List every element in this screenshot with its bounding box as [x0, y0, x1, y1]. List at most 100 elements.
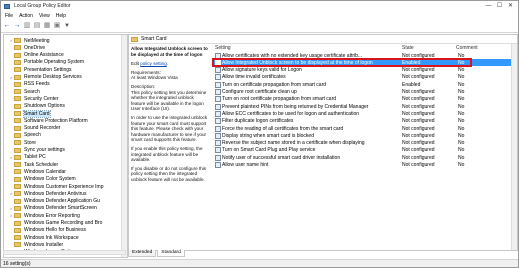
tree-item[interactable]: Windows Color System — [4, 176, 127, 183]
policy-tree[interactable]: > NetMeeting OneDrive Online Assistance Port… — [3, 34, 128, 258]
tree-item[interactable]: OneDrive — [4, 44, 127, 51]
policy-row-comment: No — [458, 96, 465, 103]
tree-item[interactable]: > Remote Desktop Services — [4, 74, 127, 81]
policy-setting-icon — [215, 89, 221, 95]
policy-row[interactable]: Turn on root certificate propagation fro… — [213, 96, 517, 103]
policy-row[interactable]: Force the reading of all certificates fr… — [213, 125, 517, 132]
tree-item[interactable]: Online Assistance — [4, 52, 127, 59]
back-button[interactable]: ← — [3, 22, 11, 30]
tree-item[interactable]: > Windows Error Reporting — [4, 212, 127, 219]
tree-item-label: Windows Error Reporting — [24, 212, 80, 219]
edit-policy-link[interactable]: policy setting — [140, 61, 167, 66]
folder-icon — [14, 96, 21, 102]
tree-item[interactable]: Windows Installer — [4, 241, 127, 248]
policy-row[interactable]: Turn on certificate propagation from sma… — [213, 81, 517, 88]
help-button[interactable]: ▣ — [53, 22, 61, 30]
view-tabs: Extended Standard — [128, 250, 186, 257]
policy-setting-icon — [215, 140, 221, 147]
policy-setting-icon — [215, 132, 221, 139]
tree-item[interactable]: > Windows Defender SmartScreen — [4, 205, 127, 212]
tree-item[interactable]: Security Center — [4, 95, 127, 102]
tree-item[interactable]: > NetMeeting — [4, 37, 127, 44]
export-icon: ▦ — [43, 22, 51, 29]
policy-row[interactable]: Notify user of successful smart card dri… — [213, 154, 517, 161]
forward-button[interactable]: → — [13, 22, 21, 30]
tab-extended[interactable]: Extended — [128, 250, 157, 257]
policy-row[interactable]: Allow time invalid certificates Not confi… — [213, 74, 517, 81]
tree-item[interactable]: Presentation Settings — [4, 66, 127, 73]
folder-icon — [14, 125, 21, 131]
policy-row-state: Not configured — [402, 154, 435, 161]
tree-item[interactable]: Sound Recorder — [4, 125, 127, 132]
policy-row[interactable]: Allow certificates with no extended key … — [213, 52, 517, 59]
filter-button[interactable]: ▼ — [63, 22, 71, 30]
column-state[interactable]: State — [402, 45, 414, 51]
tree-item[interactable]: Windows Defender Application Gu — [4, 198, 127, 205]
tree-item[interactable]: Task Scheduler — [4, 161, 127, 168]
menu-view[interactable]: View — [39, 13, 50, 19]
policy-row-comment: No — [458, 154, 465, 161]
show-hide-tree-button[interactable]: ▤ — [33, 22, 41, 30]
tree-item-label: Store — [24, 139, 36, 146]
policy-row-name: Turn on root certificate propagation fro… — [222, 96, 337, 103]
policy-row[interactable]: Prevent plaintext PINs from being return… — [213, 103, 517, 110]
tree-item-label: Sound Recorder — [24, 125, 61, 132]
policy-row[interactable]: Allow user name hint Not configured No — [213, 162, 517, 169]
tree-item[interactable]: > Tablet PC — [4, 154, 127, 161]
tree-item[interactable]: RSS Feeds — [4, 81, 127, 88]
tab-standard[interactable]: Standard — [157, 250, 185, 257]
list-vertical-scrollbar[interactable] — [511, 44, 517, 250]
policy-row[interactable]: Allow signature keys valid for Logon Not … — [213, 67, 517, 74]
tree-item[interactable]: Portable Operating System — [4, 59, 127, 66]
tree-item-label: Remote Desktop Services — [24, 74, 82, 80]
policy-setting-icon — [215, 52, 221, 59]
tree-item-label: Windows Color System — [24, 176, 76, 183]
tree-item[interactable]: Speech — [4, 132, 127, 139]
minimize-button[interactable]: — — [483, 2, 494, 10]
details-pane: Smart Card Allow Integrated Unblock scre… — [128, 34, 518, 251]
requirements: Requirements: At least Windows Vista — [131, 70, 209, 81]
tree-item[interactable]: Windows Game Recording and Bro — [4, 220, 127, 227]
tree-item[interactable]: Windows Calendar — [4, 168, 127, 175]
policy-row[interactable]: Display string when smart card is blocke… — [213, 132, 517, 139]
app-window: Local Group Policy Editor — ☐ ✕ File Act… — [0, 0, 519, 268]
policy-row[interactable]: Configure root certificate clean up Not c… — [213, 89, 517, 96]
policy-row-state: Not configured — [402, 110, 435, 117]
policy-row[interactable]: Filter duplicate logon certificates Not c… — [213, 118, 517, 125]
tree-item[interactable]: > Windows Defender Antivirus — [4, 190, 127, 197]
tree-item[interactable]: Smart Card — [4, 109, 127, 118]
tree-item-label: Windows Installer — [24, 241, 64, 248]
column-comment[interactable]: Comment — [456, 45, 478, 51]
tree-item[interactable]: Windows Hello for Business — [4, 227, 127, 234]
column-setting[interactable]: Setting — [215, 45, 231, 51]
policy-row-name: Allow signature keys valid for Logon — [222, 67, 302, 74]
up-one-level-button[interactable]: ▥ — [23, 22, 31, 30]
tree-item[interactable]: Shutdown Options — [4, 103, 127, 110]
policy-row[interactable]: Reverse the subject name stored in a cer… — [213, 140, 517, 147]
policy-row-name: Turn on certificate propagation from sma… — [222, 81, 327, 88]
policy-row[interactable]: Allow ECC certificates to be used for lo… — [213, 110, 517, 117]
tree-item[interactable]: Search — [4, 88, 127, 95]
description-p3: If you enable this policy setting, the i… — [131, 145, 203, 163]
tree-item[interactable]: Windows Ink Workspace — [4, 234, 127, 241]
menu-help[interactable]: Help — [56, 13, 66, 19]
tree-item[interactable]: Windows Customer Experience Imp — [4, 183, 127, 190]
policy-row[interactable]: Turn on Smart Card Plug and Play service… — [213, 147, 517, 154]
folder-icon — [14, 184, 21, 189]
tree-item-label: Windows Customer Experience Imp — [24, 183, 104, 190]
tree-item[interactable]: Sync your settings — [4, 147, 127, 154]
export-list-button[interactable]: ▦ — [43, 22, 51, 30]
policy-row-comment: No — [458, 162, 465, 168]
tree-item-label: Windows Defender SmartScreen — [24, 205, 97, 212]
tree-horizontal-scrollbar[interactable] — [3, 250, 126, 255]
menu-file[interactable]: File — [5, 13, 13, 19]
settings-list[interactable]: Setting State Comment Allow certificates… — [213, 44, 517, 250]
maximize-button[interactable]: ☐ — [494, 2, 505, 10]
tree-item[interactable]: Software Protection Platform — [4, 117, 127, 124]
policy-row-state: Not configured — [402, 162, 435, 168]
tree-item[interactable]: Store — [4, 139, 127, 146]
close-button[interactable]: ✕ — [505, 2, 516, 10]
policy-row[interactable]: Allow Integrated Unblock screen to be di… — [213, 59, 517, 67]
tree-item-label: Task Scheduler — [24, 161, 59, 168]
menu-action[interactable]: Action — [19, 13, 33, 19]
